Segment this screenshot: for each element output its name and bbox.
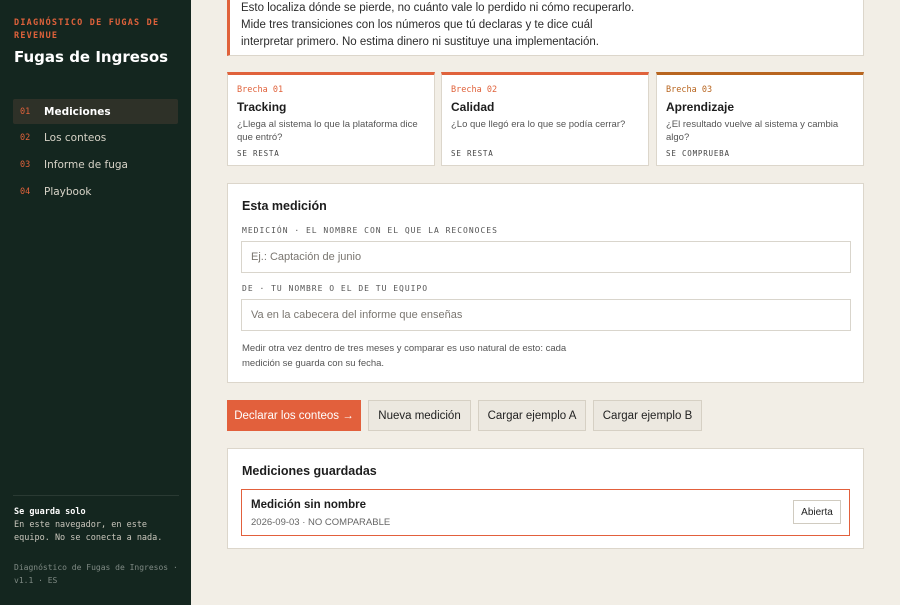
form-note: Medir otra vez dentro de tres meses y co…	[242, 343, 567, 369]
saved-measurement-meta: 2026-09-03 · NO COMPARABLE	[251, 517, 391, 528]
card-tag: SE COMPRUEBA	[666, 149, 730, 158]
card-tag: SE RESTA	[451, 149, 494, 158]
save-status-title: Se guarda solo	[14, 507, 86, 517]
sidebar-item-conteos[interactable]: 02 Los conteos	[13, 126, 178, 151]
measurement-form: Esta medición MEDICIÓN · EL NOMBRE CON E…	[227, 183, 864, 383]
saved-measurement-name: Medición sin nombre	[251, 499, 367, 511]
form-title: Esta medición	[242, 199, 327, 213]
saved-measurements: Mediciones guardadas Medición sin nombre…	[227, 448, 864, 549]
saved-title: Mediciones guardadas	[242, 464, 377, 478]
card-tag: SE RESTA	[237, 149, 280, 158]
sidebar-item-label: Los conteos	[44, 132, 107, 145]
sidebar-item-label: Playbook	[44, 185, 92, 198]
brand-kicker: DIAGNÓSTICO DE FUGAS DE REVENUE	[14, 18, 160, 41]
card-kicker: Brecha 01	[237, 85, 284, 95]
app-version: Diagnóstico de Fugas de Ingresos · v1.1 …	[14, 563, 178, 585]
sidebar-nav: 01 Mediciones 02 Los conteos 03 Informe …	[13, 99, 178, 206]
sidebar-item-number: 04	[20, 186, 31, 197]
card-description: ¿El resultado vuelve al sistema y cambia…	[666, 119, 839, 143]
declare-counts-button[interactable]: Declarar los conteos →	[227, 400, 361, 431]
sidebar: DIAGNÓSTICO DE FUGAS DE REVENUE Fugas de…	[0, 0, 191, 605]
sidebar-item-label: Informe de fuga	[44, 158, 128, 171]
sidebar-item-number: 03	[20, 159, 31, 170]
de-input[interactable]	[241, 299, 851, 331]
gap-card-aprendizaje: Brecha 03 Aprendizaje ¿El resultado vuel…	[656, 72, 864, 166]
card-title: Aprendizaje	[666, 100, 735, 114]
saved-measurement-item[interactable]: Medición sin nombre 2026-09-03 · NO COMP…	[241, 489, 850, 536]
gap-card-calidad: Brecha 02 Calidad ¿Lo que llegó era lo q…	[441, 72, 649, 166]
main-content: Esto localiza dónde se pierde, no cuánto…	[191, 0, 900, 605]
open-measurement-button[interactable]: Abierta	[793, 500, 841, 524]
gap-card-tracking: Brecha 01 Tracking ¿Llega al sistema lo …	[227, 72, 435, 166]
sidebar-item-label: Mediciones	[44, 105, 111, 118]
sidebar-item-informe[interactable]: 03 Informe de fuga	[13, 152, 178, 177]
brand-title: Fugas de Ingresos	[14, 48, 169, 66]
load-example-b-button[interactable]: Cargar ejemplo B	[593, 400, 702, 431]
de-label: DE · TU NOMBRE O EL DE TU EQUIPO	[242, 284, 429, 293]
card-title: Calidad	[451, 100, 495, 114]
medicion-label: MEDICIÓN · EL NOMBRE CON EL QUE LA RECON…	[242, 226, 498, 235]
save-status-text: En este navegador, en este equipo. No se…	[14, 520, 163, 543]
gap-cards: Brecha 01 Tracking ¿Llega al sistema lo …	[227, 72, 864, 166]
card-description: ¿Llega al sistema lo que la plataforma d…	[237, 119, 418, 143]
sidebar-divider	[13, 495, 179, 496]
sidebar-item-number: 02	[20, 133, 31, 144]
intro-text: Esto localiza dónde se pierde, no cuánto…	[241, 2, 635, 48]
card-kicker: Brecha 02	[451, 85, 498, 95]
intro-panel: Esto localiza dónde se pierde, no cuánto…	[227, 0, 864, 56]
sidebar-item-mediciones[interactable]: 01 Mediciones	[13, 99, 178, 124]
medicion-input[interactable]	[241, 241, 851, 273]
sidebar-item-number: 01	[20, 106, 31, 117]
card-title: Tracking	[237, 100, 287, 114]
card-kicker: Brecha 03	[666, 85, 713, 95]
sidebar-item-playbook[interactable]: 04 Playbook	[13, 179, 178, 204]
load-example-a-button[interactable]: Cargar ejemplo A	[478, 400, 586, 431]
card-description: ¿Lo que llegó era lo que se podía cerrar…	[451, 119, 626, 130]
new-measurement-button[interactable]: Nueva medición	[368, 400, 471, 431]
